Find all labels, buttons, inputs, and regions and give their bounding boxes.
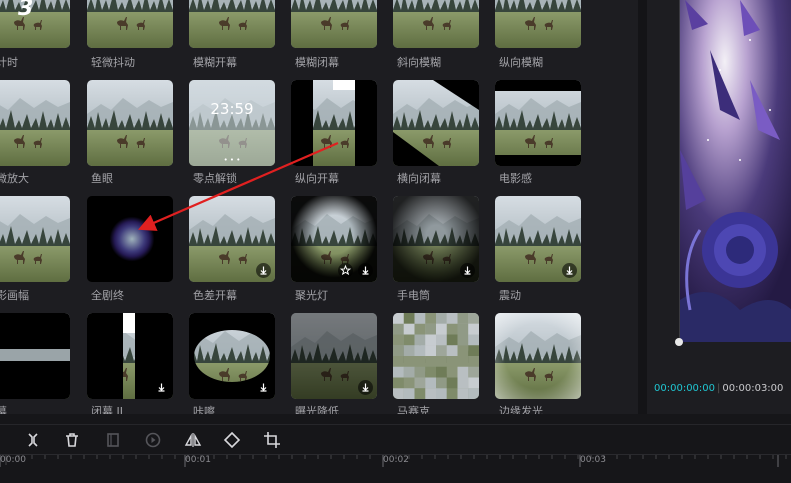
delete-icon[interactable] xyxy=(62,430,82,450)
effect-label: 震动 xyxy=(499,289,521,302)
reverse-play-icon[interactable] xyxy=(143,430,163,450)
effect-thumbnail[interactable] xyxy=(189,313,275,399)
lock-dots-text: • • • xyxy=(224,156,241,164)
effect-label: 色差开幕 xyxy=(193,289,237,302)
split-icon[interactable] xyxy=(23,430,43,450)
effect-thumbnail[interactable]: 23:59 • • • xyxy=(189,80,275,166)
effect-thumbnail[interactable] xyxy=(291,196,377,282)
timeline-mark: 00:00 xyxy=(0,455,26,465)
favorite-star-icon[interactable] xyxy=(338,263,353,278)
crop-icon[interactable] xyxy=(262,430,282,450)
effect-thumbnail[interactable] xyxy=(393,196,479,282)
effect-label: 纵向开幕 xyxy=(295,172,339,185)
effect-thumbnail[interactable] xyxy=(0,80,70,166)
timeline-mark: 00:02 xyxy=(383,455,409,465)
effect-thumbnail[interactable] xyxy=(495,80,581,166)
download-icon[interactable] xyxy=(154,380,169,395)
download-icon[interactable] xyxy=(256,380,271,395)
effect-thumbnail[interactable] xyxy=(495,0,581,48)
effect-label: 边缘发光 xyxy=(499,405,543,414)
panel-divider[interactable] xyxy=(638,0,647,414)
effect-thumbnail[interactable] xyxy=(0,196,70,282)
effect-label: 轻微抖动 xyxy=(91,56,135,69)
effect-thumbnail[interactable] xyxy=(393,80,479,166)
freeze-icon[interactable] xyxy=(103,430,123,450)
effect-label: 闭幕 II xyxy=(91,405,123,414)
effect-thumbnail[interactable] xyxy=(87,196,173,282)
download-icon[interactable] xyxy=(562,263,577,278)
mirror-icon[interactable] xyxy=(183,430,203,450)
download-icon[interactable] xyxy=(256,263,271,278)
effect-label: 鱼眼 xyxy=(91,172,113,185)
effect-thumbnail[interactable] xyxy=(291,80,377,166)
effect-thumbnail[interactable] xyxy=(291,313,377,399)
countdown-number: 3 xyxy=(18,0,34,21)
timecode: 00:00:00:00 | 00:00:03:00 xyxy=(654,383,783,394)
current-time: 00:00:00:00 xyxy=(654,383,716,394)
rotate-icon[interactable] xyxy=(222,430,242,450)
download-icon[interactable] xyxy=(358,263,373,278)
effect-label: 零点解锁 xyxy=(193,172,237,185)
effect-thumbnail[interactable] xyxy=(87,0,173,48)
preview-image xyxy=(680,0,791,342)
effect-thumbnail[interactable] xyxy=(495,313,581,399)
effect-label: 斜向模糊 xyxy=(397,56,441,69)
total-time: 00:00:03:00 xyxy=(722,383,784,394)
effect-label: 咔嚓 xyxy=(193,405,215,414)
effect-label: 模糊开幕 xyxy=(193,56,237,69)
lock-clock-text: 23:59 xyxy=(210,100,253,118)
effect-thumbnail[interactable] xyxy=(393,313,479,399)
effect-thumbnail[interactable] xyxy=(495,196,581,282)
playhead-handle[interactable] xyxy=(675,338,683,346)
effect-label: 电影感 xyxy=(499,172,532,185)
download-icon[interactable] xyxy=(460,263,475,278)
effect-thumbnail[interactable] xyxy=(0,0,70,48)
effect-thumbnail[interactable] xyxy=(291,0,377,48)
timecode-separator: | xyxy=(717,383,721,394)
effect-label: 手电筒 xyxy=(397,289,430,302)
effect-label: 马赛克 xyxy=(397,405,430,414)
preview-video xyxy=(679,0,791,342)
effect-label: 横向闭幕 xyxy=(397,172,441,185)
timeline-ruler[interactable]: 00:00 00:01 00:02 00:03 xyxy=(0,454,791,483)
effect-label: 纵向模糊 xyxy=(499,56,543,69)
effect-thumbnail[interactable] xyxy=(189,0,275,48)
effect-thumbnail[interactable] xyxy=(87,313,173,399)
effect-label: 全剧终 xyxy=(91,289,124,302)
effect-thumbnail[interactable] xyxy=(0,313,70,399)
edit-toolbar xyxy=(0,424,791,455)
download-icon[interactable] xyxy=(358,380,373,395)
timeline-mark: 00:03 xyxy=(580,455,606,465)
effect-thumbnail[interactable] xyxy=(189,196,275,282)
effect-label: 聚光灯 xyxy=(295,289,328,302)
effects-panel: 计时 轻微抖动 模糊开幕 模糊闭幕 斜向模糊 纵向模糊 微放大 鱼眼 23:59 • • • 零点解… xyxy=(0,0,638,414)
effect-thumbnail[interactable] xyxy=(393,0,479,48)
effect-thumbnail[interactable] xyxy=(87,80,173,166)
preview-panel: 00:00:00:00 | 00:00:03:00 xyxy=(647,0,791,414)
effect-label: 模糊闭幕 xyxy=(295,56,339,69)
effect-label: 曝光降低 xyxy=(295,405,339,414)
timeline-mark: 00:01 xyxy=(185,455,211,465)
